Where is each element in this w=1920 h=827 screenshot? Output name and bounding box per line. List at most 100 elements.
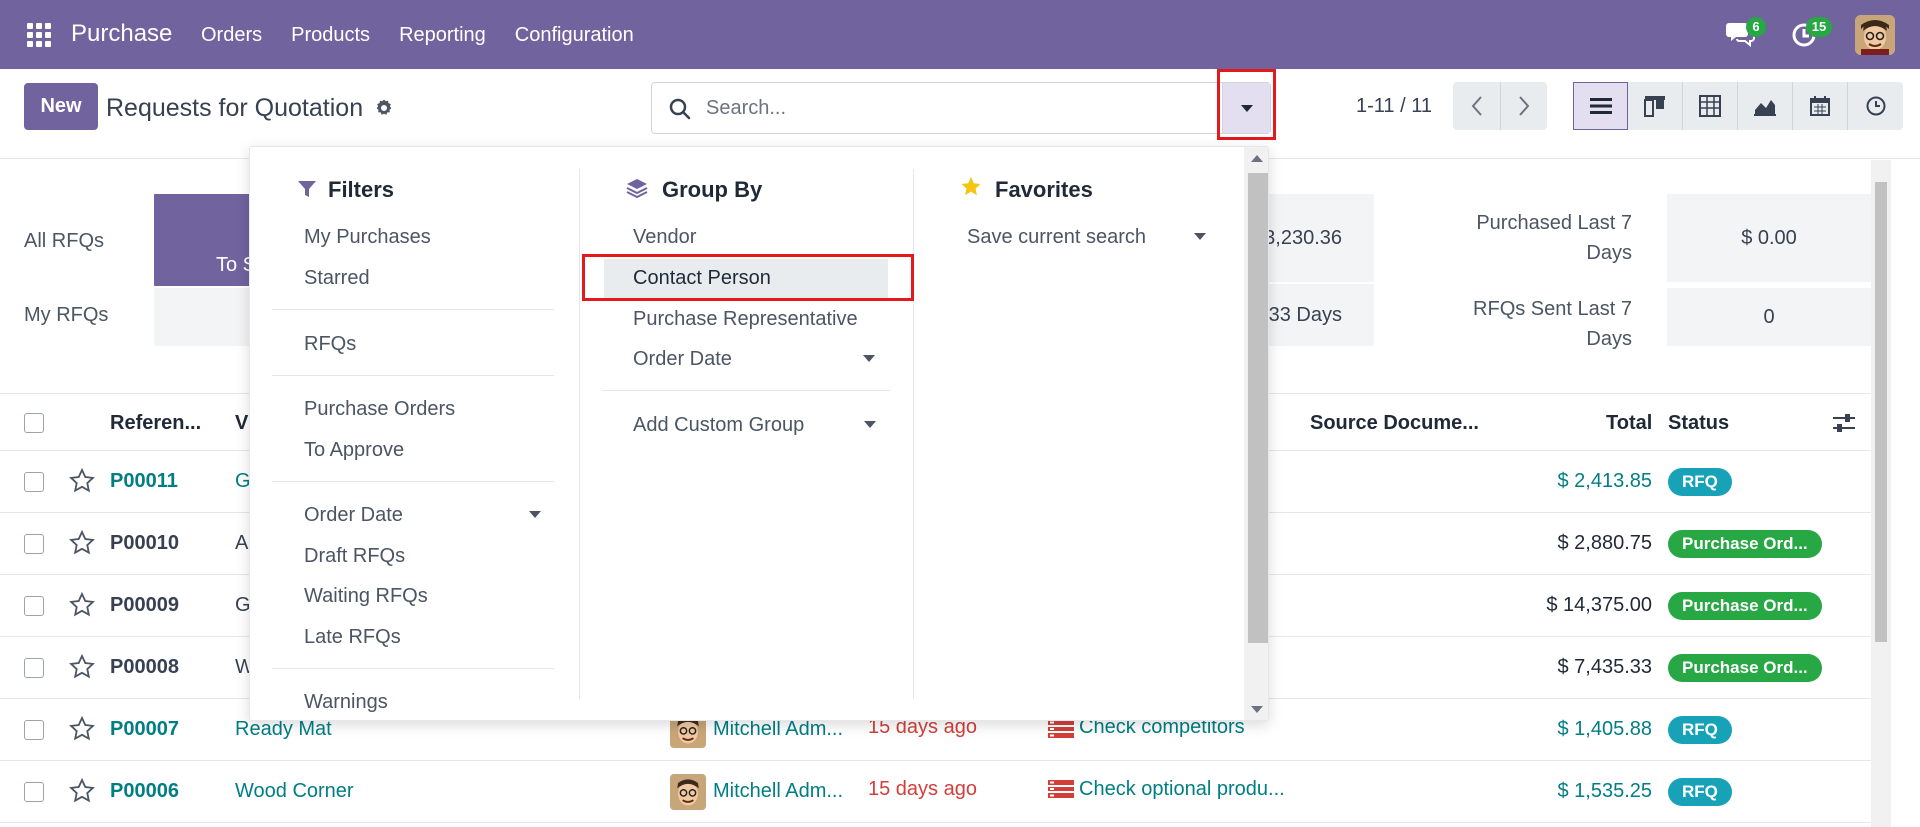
menu-orders[interactable]: Orders [201, 24, 262, 47]
filter-to-approve[interactable]: To Approve [304, 439, 404, 462]
star-icon[interactable] [69, 592, 95, 618]
star-icon[interactable] [69, 468, 95, 494]
layers-icon [626, 179, 648, 199]
filter-my-purchases[interactable]: My Purchases [304, 226, 431, 249]
row-total: $ 14,375.00 [1546, 594, 1652, 616]
scroll-down-arrow-icon[interactable] [1251, 706, 1263, 713]
status-badge: RFQ [1668, 716, 1732, 744]
status-badge: Purchase Ord... [1668, 530, 1822, 558]
filter-late-rfqs[interactable]: Late RFQs [304, 626, 401, 649]
group-by-vendor[interactable]: Vendor [633, 226, 696, 249]
area-chart-icon [1754, 100, 1776, 116]
row-source-document[interactable]: Check optional produ... [1079, 778, 1285, 801]
row-vendor[interactable]: Ready Mat [235, 718, 332, 741]
purchased-last-7-days-label: Purchased Last 7 Days [1476, 212, 1632, 264]
column-vendor[interactable]: V [235, 412, 248, 435]
search-input[interactable] [706, 91, 1206, 125]
row-reference[interactable]: P00007 [110, 718, 179, 741]
pager-value[interactable]: 1-11 / 11 [1356, 95, 1432, 118]
row-checkbox[interactable] [24, 596, 44, 616]
row-total: $ 7,435.33 [1557, 656, 1652, 678]
group-by-divider [602, 390, 890, 391]
apps-grid-icon[interactable] [27, 23, 51, 47]
list-icon [1589, 98, 1612, 114]
filter-warnings[interactable]: Warnings [304, 691, 388, 714]
row-total: $ 2,413.85 [1557, 470, 1652, 492]
lead-time-value: 33 Days [1268, 303, 1342, 326]
caret-down-icon[interactable] [863, 355, 875, 362]
new-button[interactable]: New [24, 83, 98, 130]
save-current-search[interactable]: Save current search [967, 226, 1146, 249]
caret-down-icon[interactable] [529, 511, 541, 518]
column-source-document[interactable]: Source Docume... [1310, 412, 1479, 435]
all-rfqs-label: All RFQs [24, 230, 104, 252]
row-vendor[interactable]: A [235, 532, 248, 555]
scroll-up-arrow-icon[interactable] [1251, 155, 1263, 162]
activity-count-badge: 15 [1806, 17, 1832, 37]
row-total: $ 1,405.88 [1557, 718, 1652, 740]
column-status[interactable]: Status [1668, 412, 1729, 435]
pager-previous-button[interactable] [1453, 82, 1500, 130]
row-reference[interactable]: P00006 [110, 780, 179, 803]
filter-starred[interactable]: Starred [304, 267, 370, 290]
graph-view-button[interactable] [1738, 82, 1793, 130]
add-custom-group[interactable]: Add Custom Group [633, 414, 804, 437]
list-check-icon[interactable] [1047, 779, 1075, 799]
row-checkbox[interactable] [24, 782, 44, 802]
menu-reporting[interactable]: Reporting [399, 24, 486, 47]
row-purchase-agent[interactable]: Mitchell Adm... [713, 780, 843, 803]
column-divider [579, 169, 580, 699]
average-order-value: 3,230.36 [1264, 226, 1342, 249]
rfqs-sent-last-7-days-value: 0 [1667, 288, 1871, 346]
star-icon[interactable] [69, 778, 95, 804]
row-checkbox[interactable] [24, 720, 44, 740]
select-all-checkbox[interactable] [24, 413, 44, 433]
caret-down-icon[interactable] [864, 421, 876, 428]
kanban-view-button[interactable] [1628, 82, 1683, 130]
row-deadline: 15 days ago [868, 778, 977, 800]
column-reference[interactable]: Referen... [110, 412, 201, 435]
clock-icon [1866, 96, 1885, 116]
caret-down-icon[interactable] [1194, 233, 1206, 240]
row-reference[interactable]: P00009 [110, 594, 179, 617]
row-purchase-agent[interactable]: Mitchell Adm... [713, 718, 843, 741]
row-checkbox[interactable] [24, 534, 44, 554]
filter-order-date[interactable]: Order Date [304, 504, 403, 527]
table-grid-icon [1699, 95, 1721, 117]
main-scrollbar-thumb[interactable] [1875, 182, 1887, 642]
filter-draft-rfqs[interactable]: Draft RFQs [304, 545, 405, 568]
list-check-icon[interactable] [1047, 719, 1075, 739]
row-checkbox[interactable] [24, 658, 44, 678]
dropdown-scrollbar-thumb[interactable] [1248, 173, 1268, 643]
group-by-order-date[interactable]: Order Date [633, 348, 732, 371]
row-reference[interactable]: P00008 [110, 656, 179, 679]
user-avatar[interactable] [1855, 15, 1895, 55]
rfqs-sent-last-7-days-label: RFQs Sent Last 7 Days [1473, 298, 1632, 350]
pager-next-button[interactable] [1500, 82, 1547, 130]
list-view-button[interactable] [1573, 82, 1628, 130]
menu-products[interactable]: Products [291, 24, 370, 47]
star-icon[interactable] [69, 654, 95, 680]
gear-icon[interactable] [374, 98, 394, 118]
star-icon[interactable] [69, 716, 95, 742]
optional-columns-icon[interactable] [1832, 413, 1856, 433]
filter-purchase-orders[interactable]: Purchase Orders [304, 398, 455, 421]
pivot-view-button[interactable] [1683, 82, 1738, 130]
row-reference[interactable]: P00010 [110, 532, 179, 555]
star-icon [961, 177, 981, 196]
column-total[interactable]: Total [1606, 412, 1652, 435]
filter-rfqs[interactable]: RFQs [304, 333, 356, 356]
main-menu: Orders Products Reporting Configuration [201, 24, 663, 47]
star-icon[interactable] [69, 530, 95, 556]
app-brand[interactable]: Purchase [71, 20, 172, 48]
table-row[interactable]: P00006 Wood Corner Mitchell Adm... 15 da… [0, 761, 1871, 823]
activity-view-button[interactable] [1848, 82, 1903, 130]
calendar-view-button[interactable] [1793, 82, 1848, 130]
status-badge: Purchase Ord... [1668, 654, 1822, 682]
group-by-purchase-representative[interactable]: Purchase Representative [633, 308, 858, 331]
filter-waiting-rfqs[interactable]: Waiting RFQs [304, 585, 428, 608]
menu-configuration[interactable]: Configuration [515, 24, 634, 47]
row-checkbox[interactable] [24, 472, 44, 492]
row-vendor[interactable]: Wood Corner [235, 780, 354, 803]
row-reference[interactable]: P00011 [110, 470, 178, 493]
